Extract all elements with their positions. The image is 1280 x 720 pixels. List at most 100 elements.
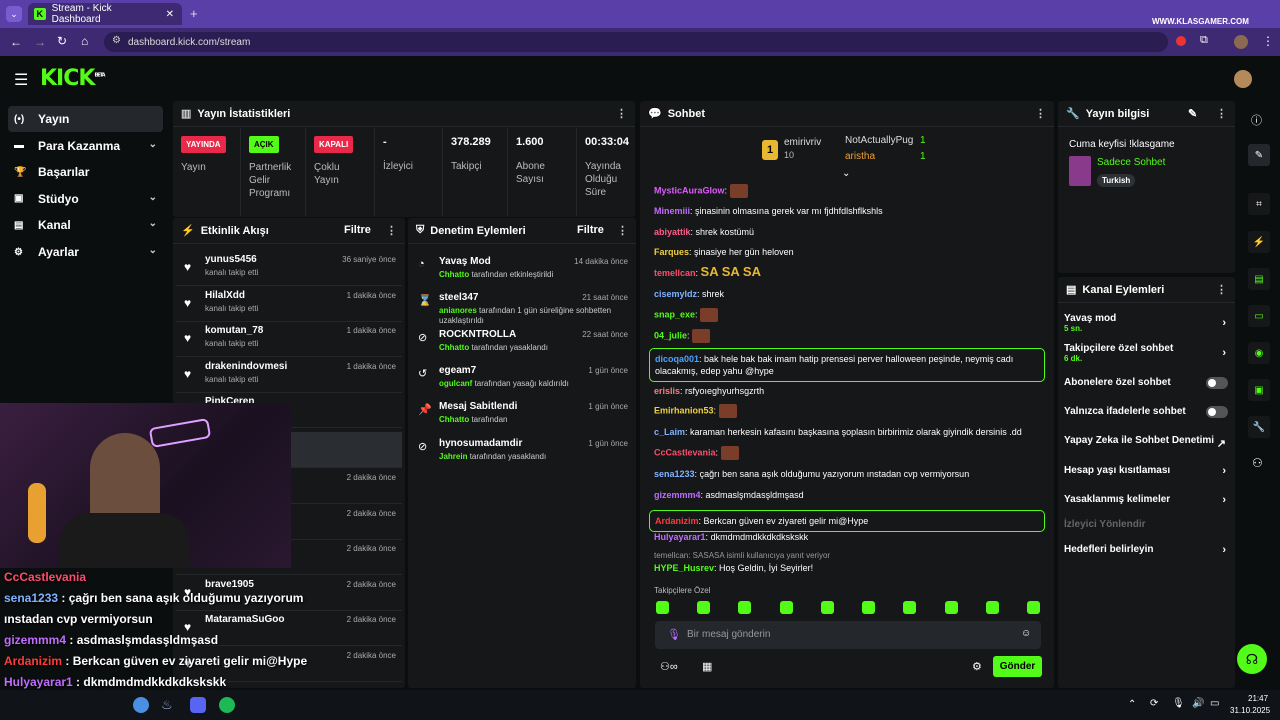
chat-message[interactable]: Farques: şinasiye her gün heloven	[654, 246, 1044, 258]
moderation-actor[interactable]: Chhatto	[439, 343, 469, 352]
back-icon[interactable]: ←	[10, 35, 22, 49]
emote-icon[interactable]	[738, 601, 752, 614]
moderation-actor[interactable]: Chhatto	[439, 415, 469, 424]
chat-message[interactable]: dicoqa001: bak hele bak bak imam hatip p…	[649, 348, 1045, 382]
category-thumbnail[interactable]	[1069, 156, 1091, 186]
steam-icon[interactable]: ♨	[161, 697, 173, 713]
emote-icon[interactable]	[903, 601, 917, 614]
chat-username[interactable]: erislis	[654, 386, 680, 396]
sidebar-item-1[interactable]: ▬ Para Kazanma ⌄	[8, 133, 163, 159]
chat-username[interactable]: c_Laim	[654, 427, 685, 437]
moderation-row[interactable]: ↺ egeam7 ogulcanf tarafından yasağı kaldır…	[412, 363, 634, 399]
collapse-leaderboard-icon[interactable]: ⌄	[842, 168, 850, 179]
edit-pencil-icon[interactable]: ✎	[1188, 107, 1197, 120]
channel-action-row[interactable]: Takipçilere özel sohbet 6 dk. ›	[1064, 343, 1232, 363]
chevron-right-icon[interactable]: ›	[1222, 317, 1226, 329]
chat-username[interactable]: MysticAuraGlow	[654, 185, 725, 195]
users-rail-icon[interactable]: ⚇	[1252, 456, 1263, 470]
user-avatar[interactable]	[1234, 70, 1252, 88]
tab-search-button[interactable]: ⌄	[6, 6, 22, 22]
chat-username[interactable]: temellcan	[654, 268, 696, 278]
sidebar-item-4[interactable]: ▤ Kanal ⌄	[8, 212, 163, 238]
leader-top-name[interactable]: emirivriv	[784, 137, 821, 148]
more-icon[interactable]: ⋮	[386, 224, 397, 237]
chat-username[interactable]: Emirhanion53	[654, 405, 714, 415]
wrench-rail-icon[interactable]: 🔧	[1248, 416, 1270, 438]
discord-icon[interactable]	[190, 697, 206, 713]
moderation-actor[interactable]: ogulcanf	[439, 379, 472, 388]
extensions-puzzle-icon[interactable]: ⧉	[1200, 34, 1208, 47]
browser-menu-icon[interactable]: ⋮	[1262, 34, 1274, 48]
activity-row[interactable]: ♥ drakenindovmesi kanalı takip etti 1 dakik…	[176, 357, 402, 393]
moderation-row[interactable]: ⊘ ROCKNTROLLA Chhatto tarafından yasakland…	[412, 327, 634, 363]
more-icon[interactable]: ⋮	[1035, 107, 1046, 120]
extension-icon[interactable]	[1176, 36, 1186, 46]
users-icon[interactable]: ⚇∞	[660, 660, 678, 673]
chat-message[interactable]: Hulyayarar1: dkmdmdmdkkdkdkskskk	[654, 531, 1044, 543]
channel-action-row[interactable]: Hesap yaşı kısıtlaması ›	[1064, 465, 1232, 477]
emote-icon[interactable]	[944, 601, 958, 614]
bolt-rail-icon[interactable]: ⚡	[1248, 231, 1270, 253]
toggle-switch[interactable]	[1206, 406, 1228, 418]
activity-filter-button[interactable]: Filtre	[344, 224, 371, 236]
chat-message[interactable]: c_Laim: karaman herkesin kafasını başkas…	[654, 426, 1044, 438]
chat-username[interactable]: Minemiii	[654, 206, 690, 216]
channel-action-row[interactable]: Yasaklanmış kelimeler ›	[1064, 494, 1232, 506]
forward-icon[interactable]: →	[34, 35, 46, 49]
chat-message[interactable]: abiyattik: shrek kostümü	[654, 226, 1044, 238]
sidebar-item-5[interactable]: ⚙ Ayarlar ⌄	[8, 239, 163, 265]
clock-time[interactable]: 21:47	[1248, 694, 1268, 703]
chevron-right-icon[interactable]: ›	[1222, 465, 1226, 477]
leader-third-name[interactable]: aristha	[845, 151, 875, 162]
channel-action-row[interactable]: Yavaş mod 5 sn. ›	[1064, 313, 1232, 333]
moderation-row[interactable]: ⊘ hynosumadamdir Jahrein tarafından yasakl…	[412, 436, 634, 472]
chat-message[interactable]: erislis: rsfyoıeghyurhsgzrth	[654, 385, 1044, 397]
chevron-down-icon[interactable]: ⌄	[149, 192, 157, 203]
channel-action-row[interactable]: Yalnızca ifadelerle sohbet	[1064, 406, 1232, 418]
chat-username[interactable]: CcCastlevania	[654, 447, 716, 457]
new-tab-button[interactable]: +	[190, 6, 198, 21]
chat-message[interactable]: HYPE_Husrev: Hoş Geldin, İyi Seyirler!	[654, 562, 1044, 574]
url-field[interactable]: ⚙ dashboard.kick.com/stream	[104, 32, 1168, 52]
emoji-icon[interactable]: ☺	[1021, 628, 1031, 639]
more-icon[interactable]: ⋮	[617, 224, 628, 237]
browser-tab[interactable]: K Stream - Kick Dashboard ✕	[28, 3, 182, 25]
chat-username[interactable]: 04_julie	[654, 330, 687, 340]
emote-icon[interactable]	[820, 601, 834, 614]
support-headset-button[interactable]: ☊	[1237, 644, 1267, 674]
scan-icon[interactable]: ⌗	[1248, 193, 1270, 215]
leader-second-name[interactable]: NotActuallyPug	[845, 135, 913, 146]
channel-action-row[interactable]: Abonelere özel sohbet	[1064, 377, 1232, 389]
hamburger-menu-icon[interactable]: ☰	[14, 70, 28, 90]
moderation-row[interactable]: ⌛ steel347 anianores tarafından 1 gün süre…	[412, 290, 634, 326]
chat-username[interactable]: HYPE_Husrev	[654, 563, 714, 573]
sidebar-item-0[interactable]: (•) Yayın	[8, 106, 163, 132]
chevron-right-icon[interactable]: ›	[1222, 544, 1226, 556]
home-icon[interactable]: ⌂	[81, 34, 88, 48]
chat-message[interactable]: sena1233: çağrı ben sana aşık olduğumu y…	[654, 468, 1044, 480]
profile-avatar[interactable]	[1234, 35, 1248, 49]
doc-rail-icon[interactable]: ▤	[1248, 268, 1270, 290]
tray-network-icon[interactable]: ▭	[1210, 698, 1219, 709]
moderation-filter-button[interactable]: Filtre	[577, 224, 604, 236]
emote-icon[interactable]	[985, 601, 999, 614]
channel-action-row[interactable]: Yapay Zeka ile Sohbet Denetimi ↗	[1064, 435, 1232, 450]
tray-chevron-icon[interactable]: ⌃	[1128, 699, 1136, 710]
send-button[interactable]: Gönder	[993, 656, 1042, 677]
kick-logo[interactable]: KICKBETA	[40, 66, 106, 91]
chat-input-box[interactable]: 🎙 Bir mesaj gönderin ☺	[655, 621, 1041, 649]
edit-rail-icon[interactable]: ✎	[1248, 144, 1270, 166]
layout-rail-icon[interactable]: ▣	[1248, 379, 1270, 401]
more-icon[interactable]: ⋮	[616, 107, 627, 120]
activity-row[interactable]: ♥ HilalXdd kanalı takip etti 1 dakika önce	[176, 286, 402, 322]
chevron-right-icon[interactable]: ›	[1222, 347, 1226, 359]
sidebar-item-3[interactable]: ▣ Stüdyo ⌄	[8, 186, 163, 212]
chat-username[interactable]: snap_exe	[654, 309, 695, 319]
chat-rail-icon[interactable]: ▭	[1248, 305, 1270, 327]
channel-action-row[interactable]: Hedefleri belirleyin ›	[1064, 544, 1232, 556]
chat-message[interactable]: temellcan: SA SA SA	[654, 265, 1044, 279]
reload-icon[interactable]: ↻	[57, 34, 67, 48]
chrome-icon[interactable]	[133, 697, 149, 713]
emote-icon[interactable]	[697, 601, 711, 614]
emote-icon[interactable]	[862, 601, 876, 614]
